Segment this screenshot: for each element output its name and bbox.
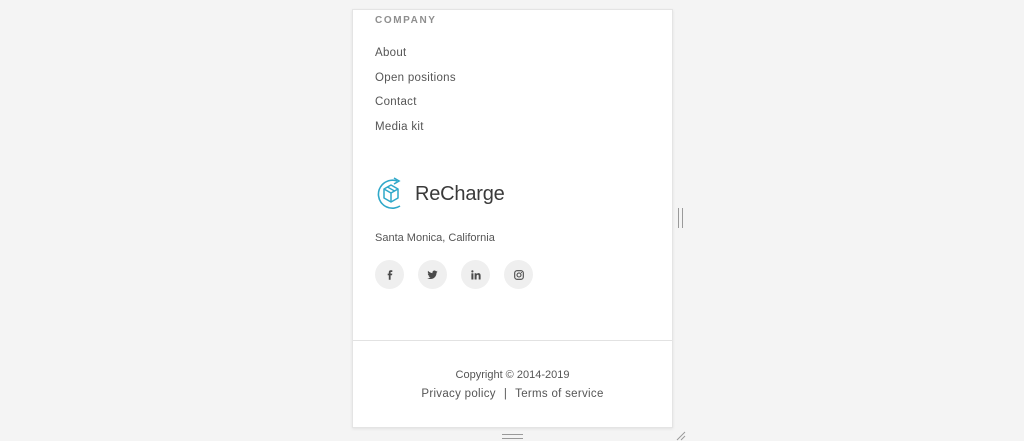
footer-panel: COMPANY About Open positions Contact Med…	[352, 9, 673, 428]
linkedin-icon	[470, 269, 481, 279]
privacy-policy-link[interactable]: Privacy policy	[421, 388, 496, 400]
twitter-button[interactable]	[418, 260, 447, 289]
brand-logo[interactable]: ReCharge	[375, 176, 505, 212]
resize-grip-icon[interactable]	[675, 430, 686, 441]
terms-of-service-link[interactable]: Terms of service	[515, 388, 604, 400]
link-open-positions[interactable]: Open positions	[375, 72, 456, 97]
legal-links: Privacy policy | Terms of service	[353, 388, 672, 400]
brand-name: ReCharge	[415, 182, 505, 205]
link-contact[interactable]: Contact	[375, 96, 456, 121]
legal-separator: |	[503, 388, 508, 400]
handle-line	[502, 434, 523, 435]
social-links	[375, 260, 547, 289]
company-links: About Open positions Contact Media kit	[375, 47, 456, 145]
instagram-button[interactable]	[504, 260, 533, 289]
facebook-icon	[387, 269, 392, 280]
instagram-icon	[513, 269, 524, 280]
link-about[interactable]: About	[375, 47, 456, 72]
link-media-kit[interactable]: Media kit	[375, 121, 456, 146]
height-resize-handle[interactable]	[502, 434, 523, 439]
recharge-box-icon	[377, 177, 401, 209]
handle-line	[502, 438, 523, 439]
footer-divider	[353, 340, 672, 341]
copyright-text: Copyright © 2014-2019	[455, 369, 570, 381]
company-heading: COMPANY	[375, 15, 437, 26]
facebook-button[interactable]	[375, 260, 404, 289]
linkedin-button[interactable]	[461, 260, 490, 289]
width-resize-handle[interactable]	[678, 208, 683, 228]
handle-line	[678, 208, 679, 228]
handle-line	[682, 208, 683, 228]
twitter-icon	[427, 270, 438, 279]
company-location: Santa Monica, California	[375, 232, 495, 244]
